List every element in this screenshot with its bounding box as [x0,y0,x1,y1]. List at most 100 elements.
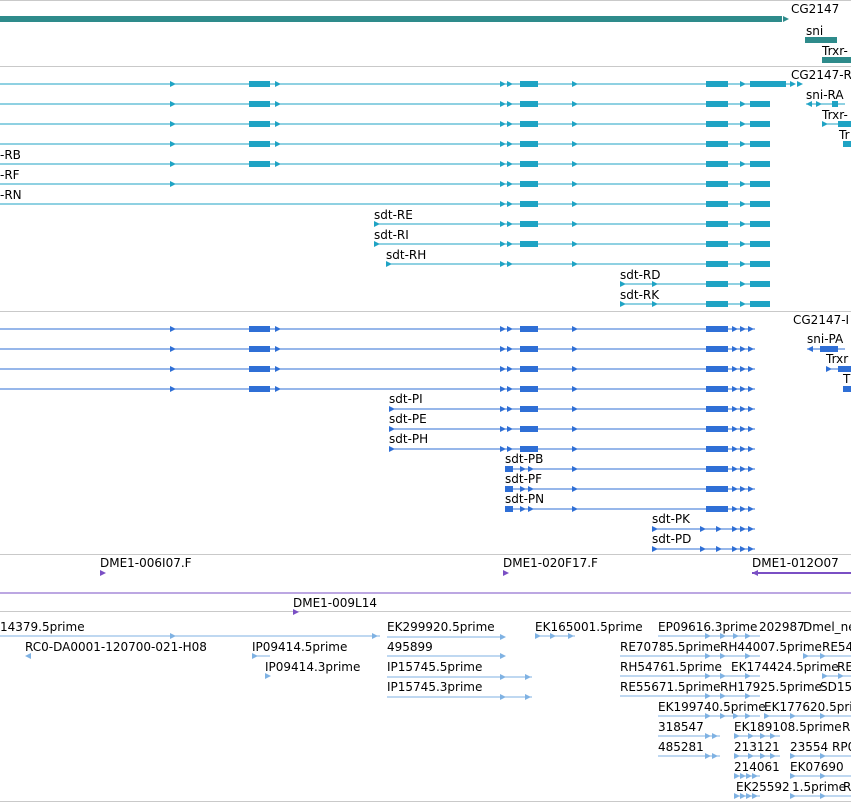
protein-feature-trxr[interactable] [843,386,851,392]
exon-arrow [500,81,506,87]
transcript-label[interactable]: Trxr- [822,108,848,122]
est-label[interactable]: EK299920.5prime [387,620,495,634]
est-label[interactable]: RE55671.5prime [620,680,721,694]
transcript-feature[interactable] [0,101,770,107]
exon-arrow [732,486,738,492]
est-label[interactable]: RH54761.5prime [620,660,722,674]
protein-label[interactable]: sdt-PH [389,432,428,446]
protein-label[interactable]: sdt-PE [389,412,427,426]
transcript-feature[interactable] [0,81,803,87]
transcript-feature[interactable] [0,181,770,187]
est-label[interactable]: EK165001.5prime [535,620,643,634]
transcript-label[interactable]: sdt-RD [620,268,660,282]
clone-label[interactable]: DME1-009L14 [293,596,377,610]
est-label[interactable]: IP15745.5prime [387,660,482,674]
transcript-feature[interactable] [374,221,770,227]
est-label[interactable]: RE54 [822,640,851,654]
transcript-feature[interactable] [0,141,770,147]
exon-block [706,466,728,472]
protein-label[interactable]: sdt-PD [652,532,691,546]
protein-label[interactable]: T [843,372,850,386]
transcript-label[interactable]: sdt-RE [374,208,413,222]
protein-feature[interactable] [652,546,755,552]
est-label[interactable]: 202987 [759,620,805,634]
protein-label[interactable]: sdt-PI [389,392,423,406]
est-label[interactable]: RE70785.5prime [620,640,721,654]
gene-feature-sdt[interactable] [0,16,789,22]
protein-label[interactable]: sdt-PN [505,492,544,506]
est-label[interactable]: R [843,780,851,794]
clone-label[interactable]: DME1-012O07 [752,556,839,570]
est-label[interactable]: 213121 [734,740,780,754]
protein-label[interactable]: Trxr [826,352,848,366]
exon-arrow [572,161,578,167]
transcript-feature[interactable] [0,161,770,167]
est-label[interactable]: EK07690 [790,760,844,774]
protein-label[interactable]: sdt-PF [505,472,542,486]
est-feature[interactable] [387,694,532,700]
protein-feature[interactable] [505,506,755,512]
est-label[interactable]: EK199740.5prime [658,700,766,714]
protein-label[interactable]: CG2147-I [793,313,849,327]
clone-feature[interactable] [752,570,851,576]
transcript-label[interactable]: CG2147-R [791,68,851,82]
est-label[interactable]: EK177620.5prime [764,700,851,714]
exon-arrow [520,506,526,512]
exon-block [750,241,770,247]
est-label[interactable]: Dmel_ne [803,620,851,634]
transcript-label[interactable]: Tr [839,128,850,142]
transcript-feature[interactable] [0,121,770,127]
est-label[interactable]: 485281 [658,740,704,754]
exon-arrow [507,346,513,352]
clone-label[interactable]: DME1-006I07.F [100,556,192,570]
transcript-label[interactable]: sdt-RK [620,288,659,302]
protein-feature[interactable] [0,326,755,332]
transcript-feature[interactable] [0,201,770,207]
clone-label[interactable]: DME1-020F17.F [503,556,598,570]
est-label[interactable]: EK174424.5prime [731,660,839,674]
transcript-label[interactable]: -RN [0,188,22,202]
transcript-label[interactable]: sdt-RH [386,248,426,262]
est-label[interactable]: R [842,720,850,734]
est-label[interactable]: 1.5prime [792,780,846,794]
protein-feature[interactable] [0,366,755,372]
protein-label[interactable]: sdt-PK [652,512,690,526]
transcript-label[interactable]: sni-RA [806,88,844,102]
est-label[interactable]: IP09414.3prime [265,660,360,674]
est-label[interactable]: SD15 [820,680,851,694]
est-label[interactable]: RH44007.5prime [720,640,822,654]
est-label[interactable]: 318547 [658,720,704,734]
est-label[interactable]: IP15745.3prime [387,680,482,694]
protein-label[interactable]: sni-PA [807,332,843,346]
protein-feature[interactable] [389,446,755,452]
protein-feature[interactable] [389,406,755,412]
est-label[interactable]: IP09414.5prime [252,640,347,654]
protein-feature[interactable] [389,426,755,432]
protein-feature-trxr[interactable] [826,366,851,372]
est-label[interactable]: 214061 [734,760,780,774]
gene-label-trxr[interactable]: Trxr- [822,44,848,58]
est-label[interactable]: 14379.5prime [0,620,85,634]
est-label[interactable]: EK189108.5prime [734,720,842,734]
protein-feature[interactable] [0,386,755,392]
est-label[interactable]: RE [837,660,851,674]
transcript-feature[interactable] [374,241,770,247]
transcript-feature-trxr[interactable] [843,141,851,147]
protein-feature[interactable] [0,346,755,352]
gene-label-sni[interactable]: sni [806,24,823,38]
est-label[interactable]: RP0 [832,740,851,754]
est-label[interactable]: RC0-DA0001-120700-021-H08 [25,640,207,654]
exon-arrow [740,446,746,452]
transcript-label[interactable]: -RF [0,168,20,182]
est-label[interactable]: EK25592 [736,780,790,794]
protein-feature[interactable] [505,466,755,472]
transcript-feature[interactable] [386,261,770,267]
gene-label-cg2147[interactable]: CG2147 [791,2,839,16]
est-label[interactable]: 495899 [387,640,433,654]
est-label[interactable]: EP09616.3prime [658,620,757,634]
est-label[interactable]: 23554 [790,740,828,754]
protein-label[interactable]: sdt-PB [505,452,543,466]
transcript-label[interactable]: sdt-RI [374,228,409,242]
est-label[interactable]: RH17925.5prime [720,680,822,694]
transcript-label[interactable]: -RB [0,148,21,162]
